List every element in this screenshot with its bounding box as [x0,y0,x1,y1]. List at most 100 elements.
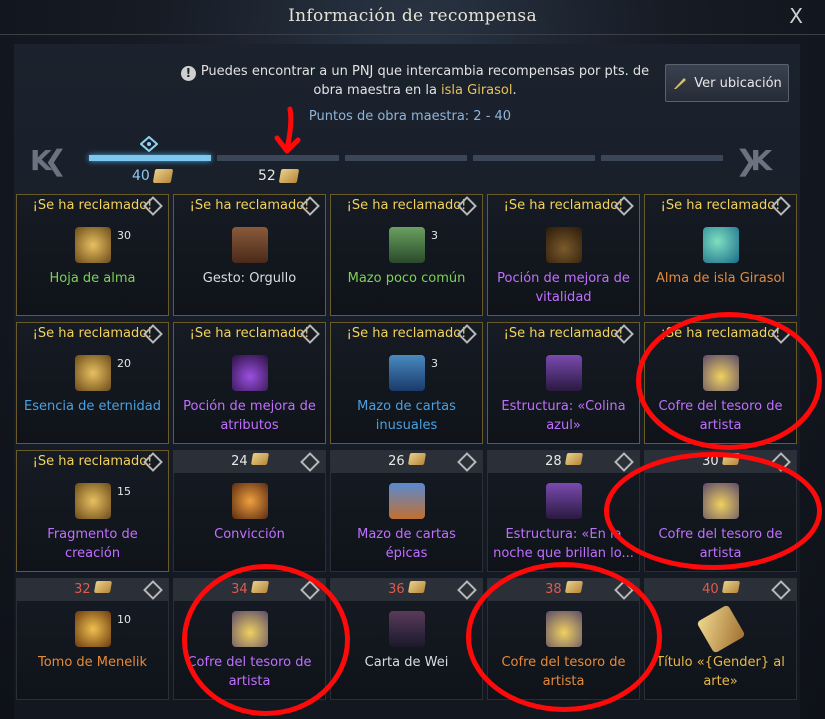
reward-name: Cofre del tesoro de artista [187,655,312,689]
reward-cost: 30 [702,454,723,469]
reward-cell[interactable]: 26 Mazo de cartas épicas [330,450,483,572]
masterpiece-scroll-icon [407,581,426,593]
masterpiece-scroll-icon [278,169,300,183]
reward-cell[interactable]: 30 Cofre del tesoro de artista [644,450,797,572]
reward-name: Gesto: Orgullo [202,271,297,286]
reward-cell[interactable]: 36 Carta de Wei [330,578,483,700]
annotation-arrow [274,106,301,154]
reward-cell[interactable]: 38 Cofre del tesoro de artista [487,578,640,700]
reward-item-icon [232,483,268,519]
reward-cell[interactable]: ¡Se ha reclamado! 3 Mazo poco común [330,194,483,316]
reward-quantity: 15 [117,485,131,498]
reward-item-icon [232,355,268,391]
reward-cell[interactable]: ¡Se ha reclamado! 30 Hoja de alma [16,194,169,316]
reward-name: Poción de mejora de atributos [183,399,316,433]
info-text-end: . [512,83,517,98]
reward-name: Mazo de cartas épicas [357,527,456,561]
reward-quantity: 3 [431,229,438,242]
reward-cell[interactable]: ¡Se ha reclamado! Cofre del tesoro de art… [644,322,797,444]
reward-item-icon [389,227,425,263]
reward-cell[interactable]: 28 Estructura: «En la noche que brillan … [487,450,640,572]
reward-cost: 26 [388,454,409,469]
reward-name: Carta de Wei [364,655,449,670]
masterpiece-scroll-icon [564,581,583,593]
reward-cell[interactable]: 24 Convicción [173,450,326,572]
reward-item-icon [703,483,739,519]
reward-name: Estructura: «Colina azul» [501,399,626,433]
reward-cell[interactable]: ¡Se ha reclamado! Estructura: «Colina azu… [487,322,640,444]
reward-cost: 34 [231,582,252,597]
island-link[interactable]: isla Girasol [441,83,512,98]
reward-cost: 40 [702,582,723,597]
reward-cell[interactable]: ¡Se ha reclamado! Alma de isla Girasol [644,194,797,316]
reward-cost: 36 [388,582,409,597]
view-location-button[interactable]: Ver ubicación [665,64,789,102]
masterpiece-scroll-icon [407,453,426,465]
reward-cell[interactable]: 34 Cofre del tesoro de artista [173,578,326,700]
info-text: Puedes encontrar a un PNJ que intercambi… [200,64,650,98]
reward-cost: 24 [231,454,252,469]
progress-segment-5 [601,155,723,161]
close-button[interactable]: X [789,4,803,28]
reward-quantity: 10 [117,613,131,626]
reward-item-icon [75,355,111,391]
reward-name: Mazo poco común [347,271,466,286]
reward-item-icon [232,227,268,263]
reward-cell[interactable]: ¡Se ha reclamado! Poción de mejora de atr… [173,322,326,444]
reward-cell[interactable]: ¡Se ha reclamado! 3 Mazo de cartas inusual… [330,322,483,444]
reward-item-icon [232,611,268,647]
milestone-value: 52 [258,168,276,184]
masterpiece-scroll-icon [721,453,740,465]
reward-item-icon [546,355,582,391]
reward-quantity: 30 [117,229,131,242]
reward-cell[interactable]: 40 Título «{Gender} al arte» [644,578,797,700]
progress-segment-3 [345,155,467,161]
reward-name: Poción de mejora de vitalidad [497,271,630,305]
reward-cost: 38 [545,582,566,597]
reward-item-icon [546,227,582,263]
masterpiece-scroll-icon [721,581,740,593]
masterpiece-scroll-icon [93,581,112,593]
masterpiece-scroll-icon [250,453,269,465]
reward-cell[interactable]: ¡Se ha reclamado! 15 Fragmento de creación [16,450,169,572]
masterpiece-scroll-icon [250,581,269,593]
reward-name: Mazo de cartas inusuales [357,399,456,433]
points-range-label: Puntos de obra maestra: 2 - 40 [308,109,512,124]
reward-name: Esencia de eternidad [24,399,161,414]
reward-item-icon [389,611,425,647]
reward-item-icon [389,483,425,519]
masterpiece-scroll-icon [152,169,174,183]
masterpiece-scroll-icon [564,453,583,465]
info-icon: ! [180,66,196,81]
reward-item-icon [75,483,111,519]
reward-item-icon [389,355,425,391]
nav-next-button[interactable]: ❯K [735,144,772,177]
view-location-label: Ver ubicación [694,75,782,91]
reward-name: Estructura: «En la noche que brillan lo.… [493,527,634,561]
milestone-40: 40 [132,168,174,184]
reward-cell[interactable]: ¡Se ha reclamado! 20 Esencia de eternidad [16,322,169,444]
reward-cell[interactable]: ¡Se ha reclamado! Gesto: Orgullo [173,194,326,316]
reward-name: Cofre del tesoro de artista [658,399,783,433]
reward-item-icon [546,611,582,647]
reward-item-icon [546,483,582,519]
reward-item-icon [703,227,739,263]
reward-cost: 32 [74,582,95,597]
progress-segment-4 [473,155,595,161]
reward-item-icon [75,611,111,647]
title-bar: Información de recompensa X [0,0,825,35]
reward-cell[interactable]: ¡Se ha reclamado! Poción de mejora de vit… [487,194,640,316]
reward-item-icon [75,227,111,263]
progress-marker-icon [140,136,158,152]
reward-name: Fragmento de creación [47,527,138,561]
progress-segment-2 [217,155,339,161]
window-title: Información de recompensa [288,6,537,26]
reward-cell[interactable]: 32 10 Tomo de Menelik [16,578,169,700]
reward-name: Hoja de alma [49,271,136,286]
nav-prev-button[interactable]: K❮ [30,144,67,177]
reward-quantity: 20 [117,357,131,370]
reward-name: Alma de isla Girasol [655,271,786,286]
reward-cost: 28 [545,454,566,469]
reward-name: Cofre del tesoro de artista [658,527,783,561]
progress-segment-1 [89,155,211,161]
